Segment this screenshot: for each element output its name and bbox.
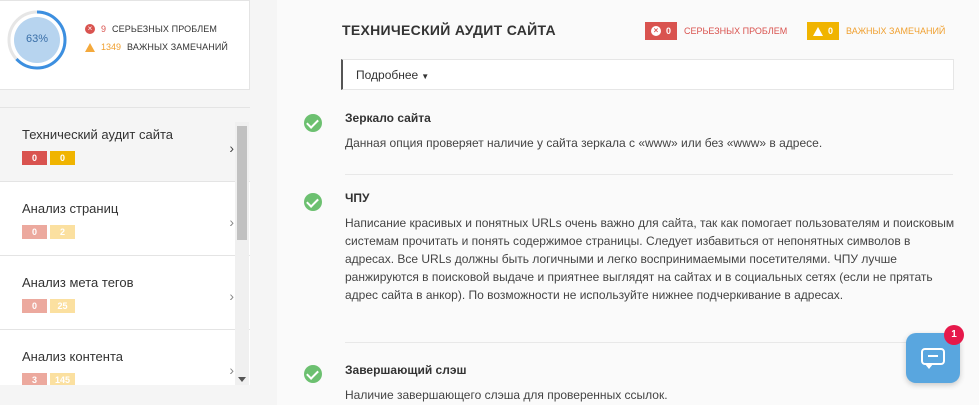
serious-problems-count: 9 — [101, 24, 107, 34]
errors-badge: 0 — [22, 299, 47, 313]
audit-nav-list: Технический аудит сайта 0 0 › Анализ стр… — [0, 107, 250, 385]
chat-notification-badge: 1 — [944, 325, 964, 345]
warnings-count: 1349 — [101, 42, 122, 52]
nav-item-content-analysis[interactable]: Анализ контента 3 145 › — [0, 330, 250, 385]
header-errors-badge: × 0 СЕРЬЕЗНЫХ ПРОБЛЕМ — [645, 22, 787, 40]
nav-item-technical-audit[interactable]: Технический аудит сайта 0 0 › — [0, 108, 250, 182]
nav-item-badges: 3 145 — [22, 373, 250, 385]
score-percent: 63% — [25, 33, 49, 45]
nav-item-title: Анализ контента — [22, 349, 123, 364]
errors-count: 0 — [666, 26, 672, 36]
nav-item-meta-tags[interactable]: Анализ мета тегов 0 25 › — [0, 256, 250, 330]
errors-badge: 3 — [22, 373, 47, 385]
nav-item-title: Анализ мета тегов — [22, 275, 134, 290]
caret-down-icon: ▼ — [421, 72, 430, 81]
section-description: Наличие завершающего слэша для проверенн… — [345, 388, 668, 402]
errors-pill: × 0 — [645, 22, 678, 40]
chevron-right-icon: › — [229, 140, 234, 156]
check-circle-icon — [304, 193, 322, 211]
errors-badge: 0 — [22, 151, 47, 165]
warnings-count: 0 — [828, 26, 834, 36]
nav-item-badges: 0 0 — [22, 151, 250, 165]
check-circle-icon — [304, 114, 322, 132]
chevron-right-icon: › — [229, 214, 234, 230]
section-divider — [345, 342, 953, 343]
section-title: Зеркало сайта — [345, 111, 431, 125]
errors-label: СЕРЬЕЗНЫХ ПРОБЛЕМ — [684, 26, 788, 36]
scroll-down-arrow-icon[interactable] — [238, 377, 246, 382]
warnings-summary: 1349 ВАЖНЫХ ЗАМЕЧАНИЙ — [85, 42, 228, 52]
chat-icon — [921, 348, 945, 365]
nav-item-badges: 0 25 — [22, 299, 250, 313]
page-title: ТЕХНИЧЕСКИЙ АУДИТ САЙТА — [342, 22, 556, 38]
warnings-badge: 2 — [50, 225, 75, 239]
error-icon: × — [651, 26, 661, 36]
chevron-right-icon: › — [229, 288, 234, 304]
sidebar: 63% × 9 СЕРЬЕЗНЫХ ПРОБЛЕМ 1349 ВАЖНЫХ ЗА… — [0, 0, 250, 405]
warnings-pill: 0 — [807, 22, 840, 40]
warnings-badge: 145 — [50, 373, 75, 385]
chevron-right-icon: › — [229, 362, 234, 378]
check-circle-icon — [304, 365, 322, 383]
scrollbar-thumb[interactable] — [237, 126, 247, 240]
details-label: Подробнее — [356, 68, 419, 82]
section-description: Написание красивых и понятных URLs очень… — [345, 216, 955, 302]
main-panel: ТЕХНИЧЕСКИЙ АУДИТ САЙТА × 0 СЕРЬЕЗНЫХ ПР… — [277, 0, 979, 405]
error-icon: × — [85, 24, 95, 34]
score-card: 63% × 9 СЕРЬЕЗНЫХ ПРОБЛЕМ 1349 ВАЖНЫХ ЗА… — [0, 0, 250, 90]
nav-item-title: Технический аудит сайта — [22, 127, 174, 142]
warnings-badge: 25 — [50, 299, 75, 313]
serious-problems-summary: × 9 СЕРЬЕЗНЫХ ПРОБЛЕМ — [85, 24, 217, 34]
details-dropdown[interactable]: Подробнее ▼ — [341, 59, 954, 90]
serious-problems-label: СЕРЬЕЗНЫХ ПРОБЛЕМ — [112, 24, 217, 34]
warning-icon — [85, 42, 95, 52]
section-title: Завершающий слэш — [345, 363, 467, 377]
nav-item-badges: 0 2 — [22, 225, 250, 239]
warnings-label: ВАЖНЫХ ЗАМЕЧАНИЙ — [127, 42, 228, 52]
section-divider — [345, 174, 953, 175]
warnings-badge: 0 — [50, 151, 75, 165]
header-warnings-badge: 0 ВАЖНЫХ ЗАМЕЧАНИЙ — [807, 22, 945, 40]
section-description: Данная опция проверяет наличие у сайта з… — [345, 136, 823, 150]
nav-item-page-analysis[interactable]: Анализ страниц 0 2 › — [0, 182, 250, 256]
nav-item-title: Анализ страниц — [22, 201, 119, 216]
section-title: ЧПУ — [345, 191, 370, 205]
chat-icon-tail — [925, 364, 933, 369]
errors-badge: 0 — [22, 225, 47, 239]
sidebar-scrollbar[interactable] — [235, 122, 249, 385]
warnings-label: ВАЖНЫХ ЗАМЕЧАНИЙ — [846, 26, 946, 36]
warning-icon — [813, 26, 823, 36]
